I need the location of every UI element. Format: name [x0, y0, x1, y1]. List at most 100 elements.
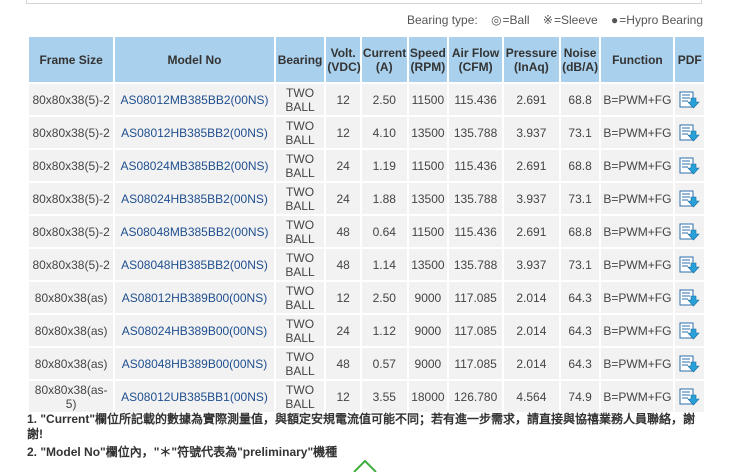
frame-size-cell: 80x80x38(5)-2 — [29, 216, 114, 247]
note-model-no: 2. "Model No"欄位內，"＊"符號代表為"preliminary"機種 — [27, 445, 338, 459]
noise-cell: 74.9 — [560, 381, 600, 412]
legend-ball-text: =Ball — [502, 13, 530, 27]
current-cell: 2.50 — [361, 282, 407, 313]
column-header: Current (A) — [361, 37, 407, 82]
function-cell: B=PWM+FG — [601, 381, 674, 412]
table-row: 80x80x38(as) AS08048HB389B00(00NS) TWO BAL… — [29, 348, 704, 379]
function-cell: B=PWM+FG — [601, 348, 674, 379]
airflow-cell: 135.788 — [449, 249, 502, 280]
current-cell: 2.50 — [361, 84, 407, 115]
function-cell: B=PWM+FG — [601, 315, 674, 346]
column-header: Noise (dB/A) — [560, 37, 600, 82]
legend-ball: ◎=Ball — [491, 13, 530, 27]
pressure-cell: 2.691 — [503, 216, 559, 247]
pdf-download-icon[interactable] — [679, 322, 700, 340]
pressure-cell: 2.691 — [503, 150, 559, 181]
frame-size-cell: 80x80x38(5)-2 — [29, 249, 114, 280]
function-cell: B=PWM+FG — [601, 282, 674, 313]
table-row: 80x80x38(as-5) AS08012UB385BB1(00NS) TWO B… — [29, 381, 704, 412]
model-no-link[interactable]: AS08024HB389B00(00NS) — [115, 315, 274, 346]
airflow-cell: 117.085 — [449, 282, 502, 313]
pdf-download-icon[interactable] — [679, 157, 700, 175]
pdf-download-icon[interactable] — [679, 289, 700, 307]
hypro-symbol: ● — [611, 13, 619, 27]
footnotes: 1. "Current"欄位所記載的數據為實際測量值，與額定安規電流值可能不同；… — [27, 412, 707, 460]
speed-cell: 11500 — [408, 216, 448, 247]
table-row: 80x80x38(5)-2 AS08012HB385BB2(00NS) TWO BA… — [29, 117, 704, 148]
bearing-cell: TWO BALL — [275, 216, 325, 247]
model-no-link[interactable]: AS08048HB389B00(00NS) — [115, 348, 274, 379]
voltage-cell: 24 — [326, 150, 360, 181]
column-header: PDF — [675, 37, 704, 82]
function-cell: B=PWM+FG — [601, 249, 674, 280]
model-no-link[interactable]: AS08012HB389B00(00NS) — [115, 282, 274, 313]
bearing-cell: TWO BALL — [275, 348, 325, 379]
model-no-link[interactable]: AS08024HB385BB2(00NS) — [115, 183, 274, 214]
note-current: 1. "Current"欄位所記載的數據為實際測量值，與額定安規電流值可能不同；… — [27, 412, 696, 441]
pressure-cell: 2.014 — [503, 315, 559, 346]
pdf-cell[interactable] — [675, 216, 704, 247]
table-row: 80x80x38(5)-2 AS08012MB385BB2(00NS) TWO BA… — [29, 84, 704, 115]
voltage-cell: 12 — [326, 381, 360, 412]
pdf-cell[interactable] — [675, 84, 704, 115]
current-cell: 1.19 — [361, 150, 407, 181]
voltage-cell: 48 — [326, 249, 360, 280]
noise-cell: 64.3 — [560, 282, 600, 313]
bearing-type-legend: Bearing type: ◎=Ball ※=Sleeve ●=Hypro Be… — [0, 13, 703, 27]
model-no-link[interactable]: AS08048HB385BB2(00NS) — [115, 249, 274, 280]
speed-cell: 13500 — [408, 183, 448, 214]
table-row: 80x80x38(5)-2 AS08024HB385BB2(00NS) TWO BA… — [29, 183, 704, 214]
airflow-cell: 115.436 — [449, 84, 502, 115]
pdf-download-icon[interactable] — [679, 223, 700, 241]
pressure-cell: 4.564 — [503, 381, 559, 412]
voltage-cell: 12 — [326, 84, 360, 115]
pdf-cell[interactable] — [675, 381, 704, 412]
model-no-link[interactable]: AS08012HB385BB2(00NS) — [115, 117, 274, 148]
noise-cell: 68.8 — [560, 150, 600, 181]
bearing-cell: TWO BALL — [275, 249, 325, 280]
frame-size-cell: 80x80x38(5)-2 — [29, 150, 114, 181]
table-body: 80x80x38(5)-2 AS08012MB385BB2(00NS) TWO BA… — [29, 84, 704, 412]
noise-cell: 73.1 — [560, 117, 600, 148]
pdf-download-icon[interactable] — [679, 388, 700, 406]
bearing-cell: TWO BALL — [275, 117, 325, 148]
voltage-cell: 24 — [326, 183, 360, 214]
bearing-cell: TWO BALL — [275, 150, 325, 181]
pdf-cell[interactable] — [675, 183, 704, 214]
pdf-cell[interactable] — [675, 249, 704, 280]
column-header: Pressure (InAq) — [503, 37, 559, 82]
pressure-cell: 2.014 — [503, 348, 559, 379]
model-no-link[interactable]: AS08012MB385BB2(00NS) — [115, 84, 274, 115]
model-no-link[interactable]: AS08012UB385BB1(00NS) — [115, 381, 274, 412]
pdf-cell[interactable] — [675, 348, 704, 379]
airflow-cell: 117.085 — [449, 348, 502, 379]
column-header: Volt. (VDC) — [326, 37, 361, 82]
pdf-download-icon[interactable] — [679, 355, 700, 373]
airflow-cell: 115.436 — [449, 216, 502, 247]
pdf-cell[interactable] — [675, 150, 704, 181]
frame-size-cell: 80x80x38(5)-2 — [29, 117, 114, 148]
noise-cell: 64.3 — [560, 315, 600, 346]
column-header: Model No — [115, 37, 274, 82]
pdf-download-icon[interactable] — [679, 91, 700, 109]
voltage-cell: 24 — [326, 315, 360, 346]
column-header: Function — [601, 37, 674, 82]
speed-cell: 18000 — [408, 381, 448, 412]
airflow-cell: 115.436 — [449, 150, 502, 181]
pdf-download-icon[interactable] — [679, 256, 700, 274]
model-no-link[interactable]: AS08024MB385BB2(00NS) — [115, 150, 274, 181]
pdf-cell[interactable] — [675, 315, 704, 346]
pdf-download-icon[interactable] — [679, 190, 700, 208]
pdf-cell[interactable] — [675, 117, 704, 148]
pdf-download-icon[interactable] — [679, 124, 700, 142]
function-cell: B=PWM+FG — [601, 216, 674, 247]
frame-size-cell: 80x80x38(5)-2 — [29, 84, 114, 115]
pdf-cell[interactable] — [675, 282, 704, 313]
frame-size-cell: 80x80x38(as) — [29, 282, 114, 313]
model-no-link[interactable]: AS08048MB385BB2(00NS) — [115, 216, 274, 247]
ball-symbol: ◎ — [491, 13, 502, 27]
voltage-cell: 12 — [326, 282, 360, 313]
legend-hypro-text: =Hypro Bearing — [619, 13, 703, 27]
pressure-cell: 3.937 — [503, 117, 559, 148]
frame-size-cell: 80x80x38(as) — [29, 348, 114, 379]
